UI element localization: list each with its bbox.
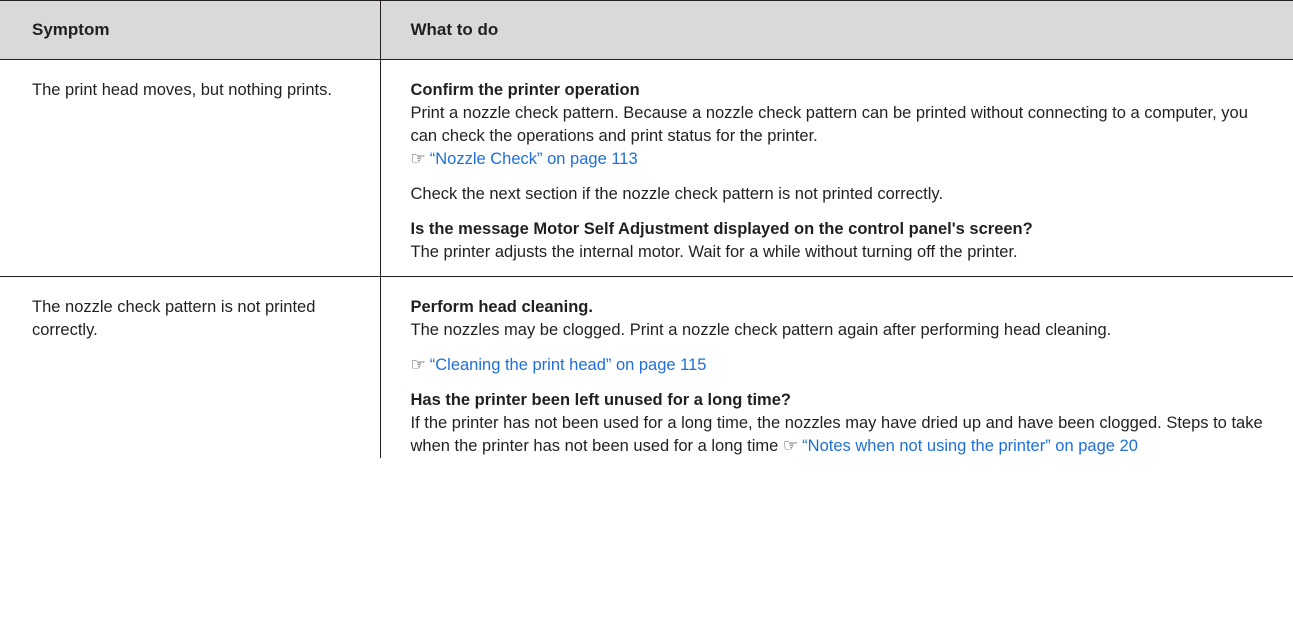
remedy-heading: Is the message Motor Self Adjustment dis… <box>410 220 1033 238</box>
reference-link[interactable]: “Cleaning the print head” on page 115 <box>430 356 707 374</box>
table-row: The nozzle check pattern is not printed … <box>0 276 1293 458</box>
symptom-cell: The nozzle check pattern is not printed … <box>32 298 316 339</box>
header-symptom: Symptom <box>0 0 380 60</box>
symptom-cell: The print head moves, but nothing prints… <box>0 59 380 277</box>
remedy-text: The nozzles may be clogged. Print a nozz… <box>410 321 1112 339</box>
remedy-block: Is the message Motor Self Adjustment dis… <box>411 218 1274 264</box>
header-row: Symptom What to do <box>0 0 1293 60</box>
remedy-heading: Perform head cleaning. <box>410 298 593 316</box>
reference-link[interactable]: “Notes when not using the printer” on pa… <box>802 437 1138 455</box>
reference-arrow-icon: ☞ <box>410 355 426 375</box>
remedy-block: Has the printer been left unused for a l… <box>411 389 1274 458</box>
what-to-do-cell: Confirm the printer operation Print a no… <box>379 59 1293 277</box>
remedy-block: ☞ “Cleaning the print head” on page 115 <box>411 354 1274 377</box>
remedy-block: Confirm the printer operation Print a no… <box>411 79 1274 171</box>
remedy-block: Check the next section if the nozzle che… <box>411 183 1274 206</box>
troubleshooting-table: Symptom What to do The print head moves,… <box>0 0 1293 458</box>
reference-arrow-icon: ☞ <box>410 149 426 169</box>
table-row: The print head moves, but nothing prints… <box>0 59 1293 277</box>
remedy-text-with-reference: If the printer has not been used for a l… <box>411 412 1274 458</box>
what-to-do-cell: Perform head cleaning. The nozzles may b… <box>379 276 1293 458</box>
reference-line: ☞ “Nozzle Check” on page 113 <box>411 148 1274 171</box>
header-what-to-do: What to do <box>379 0 1293 60</box>
remedy-text: Print a nozzle check pattern. Because a … <box>410 104 1248 145</box>
reference-arrow-icon: ☞ <box>782 436 799 456</box>
table-header: Symptom What to do <box>0 0 1293 60</box>
reference-link[interactable]: “Nozzle Check” on page 113 <box>430 150 638 168</box>
remedy-text: The printer adjusts the internal motor. … <box>410 243 1018 261</box>
remedy-heading: Confirm the printer operation <box>410 81 640 99</box>
remedy-block: Perform head cleaning. The nozzles may b… <box>411 296 1274 342</box>
reference-line: ☞ “Cleaning the print head” on page 115 <box>411 354 1274 377</box>
remedy-heading: Has the printer been left unused for a l… <box>410 391 791 409</box>
remedy-text: Check the next section if the nozzle che… <box>410 185 944 203</box>
